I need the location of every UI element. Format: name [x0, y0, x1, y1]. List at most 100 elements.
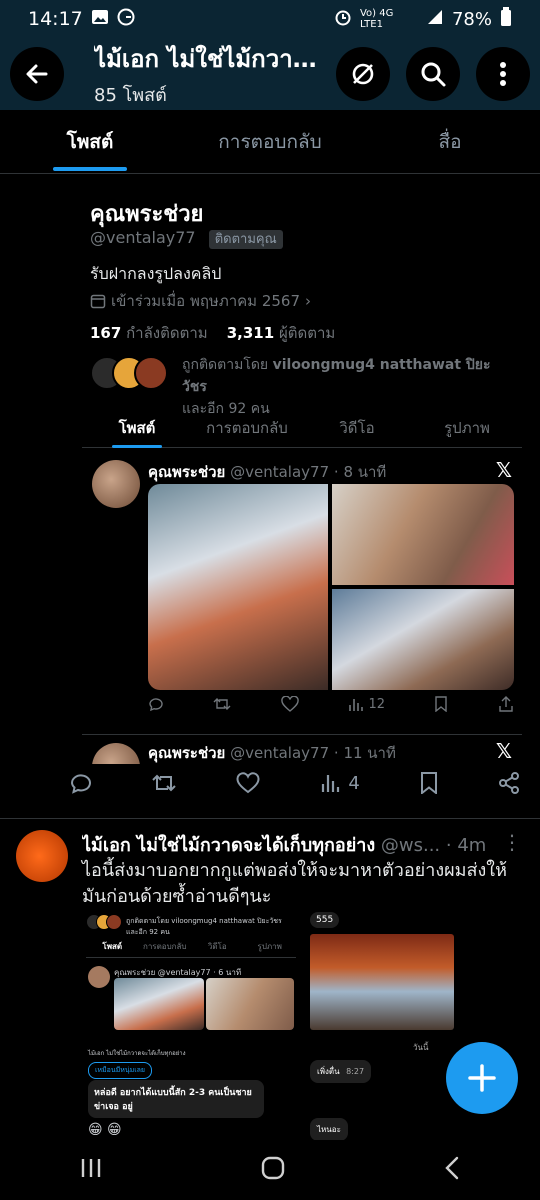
embedded-tab-videos: วิดีโอ: [339, 419, 375, 437]
repost-icon: [152, 774, 176, 792]
mini-badge: 555: [310, 912, 340, 928]
chevron-right-icon: ›: [305, 292, 311, 310]
avatar[interactable]: [16, 830, 68, 882]
mini-followed-text: ถูกติดตามโดย viloongmug4 natthawat ปิยะว…: [126, 917, 282, 936]
share-icon: [499, 772, 519, 794]
status-time: 14:17: [28, 8, 83, 30]
battery-icon: [500, 6, 512, 32]
alarm-icon: [334, 8, 352, 31]
media-screenshot: ถูกติดตามโดย viloongmug4 natthawat ปิยะว…: [82, 910, 302, 1154]
avatar: [88, 966, 110, 988]
back-chevron-icon: [445, 1156, 459, 1180]
tweet-author: คุณพระช่วย: [148, 463, 226, 481]
post-actions: 4: [70, 772, 520, 794]
avatar: [92, 743, 140, 764]
profile-handle-row: @ventalay77 ติดตามคุณ: [90, 228, 283, 249]
embedded-tab-photos: รูปภาพ: [444, 419, 490, 437]
reply-button[interactable]: [70, 772, 92, 794]
profile-bio: รับฝากลงรูปลงคลิป: [90, 264, 222, 283]
calendar-icon: [90, 294, 106, 309]
post-header: ไม้เอก ไม่ใช่ไม้กวาดจะได้เก็บทุกอย่าง @w…: [82, 830, 502, 859]
mini-bubble: เพิ่งตื่น 8:27: [310, 1060, 372, 1083]
avatar: [92, 460, 140, 508]
profile-tabs: โพสต์ การตอบกลับ สื่อ: [0, 110, 540, 174]
post-divider: [0, 818, 540, 819]
tweet-author: คุณพระช่วย: [148, 744, 226, 762]
battery-text: 78%: [451, 8, 492, 30]
post-count: 85 โพสต์: [94, 85, 167, 106]
tab-posts[interactable]: โพสต์: [0, 110, 180, 173]
repost-button[interactable]: [152, 772, 176, 794]
mini-line: ไม้เอก ไม่ใช่ไม้กวาดจะได้เก็บทุกอย่าง: [88, 1050, 186, 1057]
embedded-profile-tabs: โพสต์ การตอบกลับ วิดีโอ รูปภาพ: [82, 404, 522, 448]
avatar: [106, 914, 122, 930]
post-media[interactable]: ถูกติดตามโดย viloongmug4 natthawat ปิยะว…: [82, 910, 522, 1154]
mini-bubble: ไหนอะ: [310, 1118, 348, 1141]
tweet-media-grid: [148, 484, 514, 690]
tweet-photo: [332, 589, 514, 690]
mini-photo: [114, 978, 204, 1030]
mini-photo: [310, 934, 454, 1030]
reply-icon: [70, 774, 91, 794]
header-title: ไม้เอก ไม่ใช่ไม้กวาดจ...: [94, 45, 326, 73]
back-button[interactable]: [10, 47, 64, 101]
more-vertical-icon: [500, 62, 506, 86]
back-arrow-icon: [26, 64, 48, 84]
more-button[interactable]: [476, 47, 530, 101]
follows-you-badge: ติดตามคุณ: [208, 230, 283, 249]
search-button[interactable]: [406, 47, 460, 101]
embedded-tweet-peek: คุณพระช่วย @ventalay77 · 11 นาที 𝕏: [82, 734, 522, 764]
views-icon: [349, 699, 364, 711]
follower-avatar: [134, 356, 168, 390]
tweet-meta: @ventalay77 · 11 นาที: [230, 744, 396, 762]
like-button[interactable]: [236, 772, 260, 794]
embedded-tab-posts: โพสต์: [82, 404, 192, 448]
profile-handle: @ventalay77: [90, 228, 196, 247]
recent-apps-button[interactable]: [79, 1157, 103, 1183]
tweet-meta: @ventalay77 · 8 นาที: [230, 463, 387, 481]
embedded-profile-screenshot: คุณพระช่วย @ventalay77 ติดตามคุณ รับฝากล…: [0, 174, 540, 818]
views-stat: 12: [348, 696, 385, 712]
tab-media[interactable]: สื่อ: [360, 110, 540, 173]
followers-label: ผู้ติดตาม: [278, 324, 336, 342]
share-button[interactable]: [498, 772, 520, 794]
recent-apps-icon: [81, 1159, 100, 1177]
bookmark-button[interactable]: [420, 772, 438, 794]
system-back-button[interactable]: [443, 1156, 461, 1184]
post-meta: @ws... · 4m: [380, 835, 487, 856]
more-vertical-icon[interactable]: ⋮: [502, 830, 522, 854]
tab-replies[interactable]: การตอบกลับ: [180, 110, 360, 173]
home-button[interactable]: [260, 1155, 286, 1185]
network-text: Vo) 4G LTE1: [359, 8, 394, 30]
post-author: ไม้เอก ไม่ใช่ไม้กวาดจะได้เก็บทุกอย่าง: [82, 835, 376, 856]
tweet-photo: [148, 484, 328, 690]
following-label: กำลังติดตาม: [126, 324, 208, 342]
tweet-actions: 12: [148, 696, 514, 712]
search-icon: [421, 62, 446, 87]
mini-photo: [206, 978, 294, 1030]
home-icon: [261, 1156, 285, 1180]
like-icon: [281, 696, 299, 712]
follow-counts: 167 กำลังติดตาม 3,311 ผู้ติดตาม: [90, 321, 335, 345]
followers-count: 3,311: [226, 324, 275, 342]
share-icon: [498, 696, 514, 712]
compose-button[interactable]: [446, 1042, 518, 1114]
grok-button[interactable]: [336, 47, 390, 101]
x-logo-icon: 𝕏: [495, 739, 512, 763]
follower-avatars: [90, 356, 170, 392]
gallery-icon: [91, 8, 109, 31]
like-icon: [236, 772, 260, 794]
followed-by: ถูกติดตามโดย viloongmug4 natthawat ปิยะว…: [90, 352, 510, 417]
joined-date: เข้าร่วมเมื่อ พฤษภาคม 2567: [111, 292, 300, 310]
signal-icon: [426, 8, 444, 31]
profile-header: ไม้เอก ไม่ใช่ไม้กวาดจ... 85 โพสต์: [0, 38, 540, 110]
profile-name: คุณพระช่วย: [90, 202, 204, 227]
grok-icon: [352, 63, 374, 85]
media-chat-screenshot: 555 วันนี้ เพิ่งตื่น 8:27 ไหนอะ: [310, 910, 522, 1154]
system-nav-bar: [0, 1140, 540, 1200]
mini-chip: เหมือนมีหนุ่มเลย: [88, 1062, 153, 1079]
bookmark-icon: [434, 696, 448, 712]
tweet-photo: [332, 484, 514, 585]
mini-avatars: [86, 914, 126, 932]
views-button[interactable]: 4: [320, 772, 360, 794]
